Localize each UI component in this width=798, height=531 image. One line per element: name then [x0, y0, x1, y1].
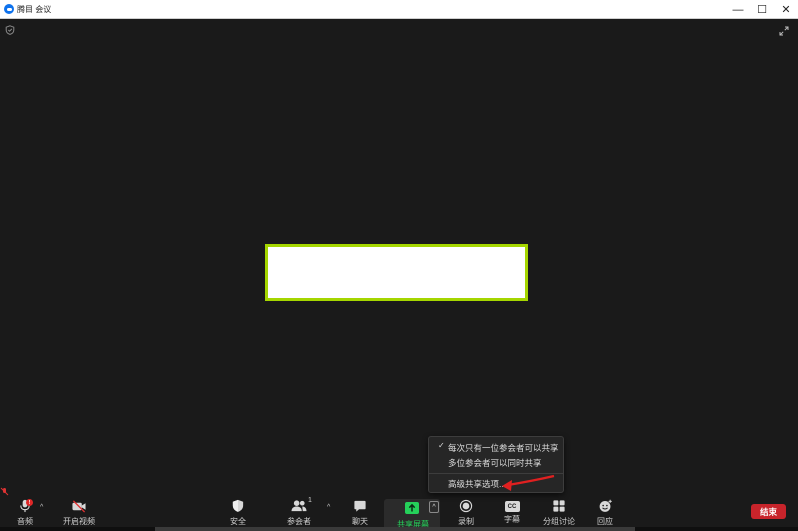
- app-logo-icon: [4, 4, 14, 14]
- share-options-menu: ✓ 每次只有一位参会者可以共享 多位参会者可以同时共享 高级共享选项...: [428, 436, 564, 493]
- share-options-caret[interactable]: ^: [429, 501, 439, 513]
- menu-item-label: 多位参会者可以同时共享: [448, 458, 542, 468]
- maximize-button[interactable]: ☐: [750, 0, 774, 19]
- participants-count: 1: [308, 497, 312, 504]
- title-bar: 腾目 会议 — ☐ ✕: [0, 0, 798, 19]
- audio-button[interactable]: 音频: [12, 495, 38, 527]
- minimize-button[interactable]: —: [726, 0, 750, 19]
- security-button[interactable]: 安全: [228, 495, 248, 527]
- participants-options-caret[interactable]: ^: [327, 504, 330, 511]
- participants-icon: [291, 500, 307, 512]
- audio-warning-badge: !: [26, 499, 33, 506]
- security-label: 安全: [230, 517, 246, 526]
- menu-item-single-share[interactable]: ✓ 每次只有一位参会者可以共享: [429, 441, 563, 455]
- taskbar-segment: [155, 527, 635, 531]
- chat-label: 聊天: [352, 517, 368, 526]
- menu-divider: [429, 473, 563, 474]
- end-meeting-button[interactable]: 结束: [751, 504, 786, 519]
- close-button[interactable]: ✕: [774, 0, 798, 19]
- window-controls: — ☐ ✕: [726, 0, 798, 19]
- chat-button[interactable]: 聊天: [350, 495, 370, 527]
- participants-label: 参会者: [287, 517, 311, 526]
- security-shield-icon: [232, 499, 244, 512]
- encryption-shield-icon[interactable]: [5, 25, 15, 35]
- video-off-icon: [72, 500, 86, 513]
- bottom-strip: [0, 527, 798, 531]
- shared-content-area: [265, 244, 528, 301]
- menu-item-advanced-share[interactable]: 高级共享选项...: [429, 477, 563, 491]
- chat-bubble-icon: [354, 500, 366, 512]
- fullscreen-icon[interactable]: [779, 26, 789, 36]
- audio-options-caret[interactable]: ^: [40, 504, 43, 511]
- audio-label: 音频: [17, 517, 33, 526]
- menu-item-multi-share[interactable]: 多位参会者可以同时共享: [429, 456, 563, 470]
- video-label: 开启视频: [63, 517, 95, 526]
- menu-item-label: 每次只有一位参会者可以共享: [448, 443, 559, 453]
- window-title: 腾目 会议: [17, 4, 52, 14]
- menu-item-label: 高级共享选项...: [448, 479, 507, 489]
- share-screen-icon: [405, 502, 419, 514]
- video-button[interactable]: 开启视频: [62, 495, 96, 527]
- checkmark-icon: ✓: [438, 441, 445, 450]
